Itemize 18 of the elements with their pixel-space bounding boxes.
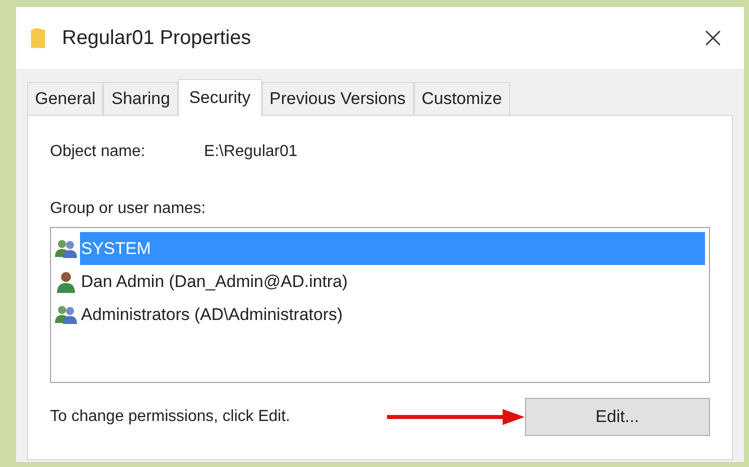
tab[interactable]: Sharing xyxy=(103,82,178,115)
user-icon xyxy=(55,270,77,292)
window-title: Regular01 Properties xyxy=(62,26,251,51)
users-icon xyxy=(55,238,77,258)
list-item[interactable]: Dan Admin (Dan_Admin@AD.intra) xyxy=(55,265,705,298)
tab[interactable]: Security xyxy=(178,79,262,116)
list-item[interactable]: Administrators (AD\Administrators) xyxy=(55,298,705,331)
group-list-label: Group or user names: xyxy=(50,199,207,219)
folder-icon xyxy=(30,27,46,49)
tab[interactable]: General xyxy=(27,82,104,115)
object-name-value: E:\Regular01 xyxy=(204,142,298,162)
tab[interactable]: Customize xyxy=(414,82,510,115)
hint-text: To change permissions, click Edit. xyxy=(50,407,292,427)
arrow-icon xyxy=(386,409,525,425)
users-icon xyxy=(55,304,77,324)
object-name-label: Object name: xyxy=(50,142,146,162)
edit-button[interactable]: Edit... xyxy=(524,398,710,436)
tab[interactable]: Previous Versions xyxy=(262,82,414,115)
